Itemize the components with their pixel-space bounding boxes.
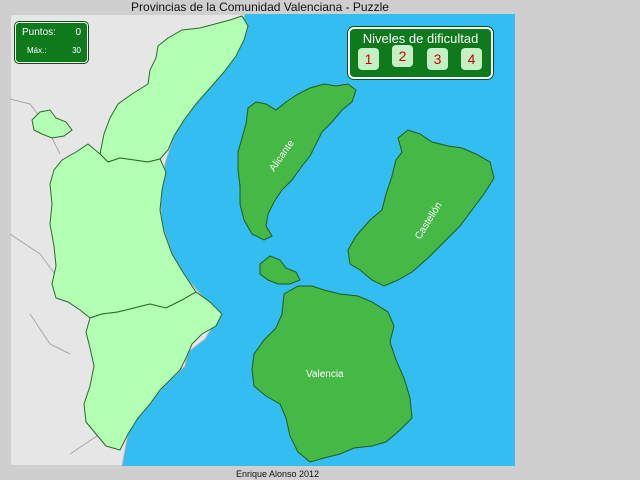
points-value: 0: [75, 27, 81, 38]
game-stage: Provincias de la Comunidad Valenciana - …: [0, 0, 640, 480]
points-label: Puntos:: [22, 27, 56, 38]
game-title: Provincias de la Comunidad Valenciana - …: [131, 0, 389, 14]
piece-valencia-label: Valencia: [306, 369, 344, 380]
puzzle-map: Alicante Castellón Valencia: [10, 14, 515, 466]
score-panel: Puntos: 0 Máx.: 30: [15, 22, 88, 63]
max-label: Máx.:: [27, 46, 47, 55]
difficulty-title: Niveles de dificultad: [362, 31, 479, 46]
level-1-button[interactable]: 1: [358, 48, 379, 70]
level-2-button[interactable]: 2: [392, 45, 413, 67]
level-4-button[interactable]: 4: [461, 48, 482, 70]
author-credit: Enrique Alonso 2012: [235, 469, 320, 479]
max-value: 30: [72, 46, 81, 55]
difficulty-panel: Niveles de dificultad 1 2 3 4: [348, 27, 493, 79]
level-3-button[interactable]: 3: [427, 48, 448, 70]
